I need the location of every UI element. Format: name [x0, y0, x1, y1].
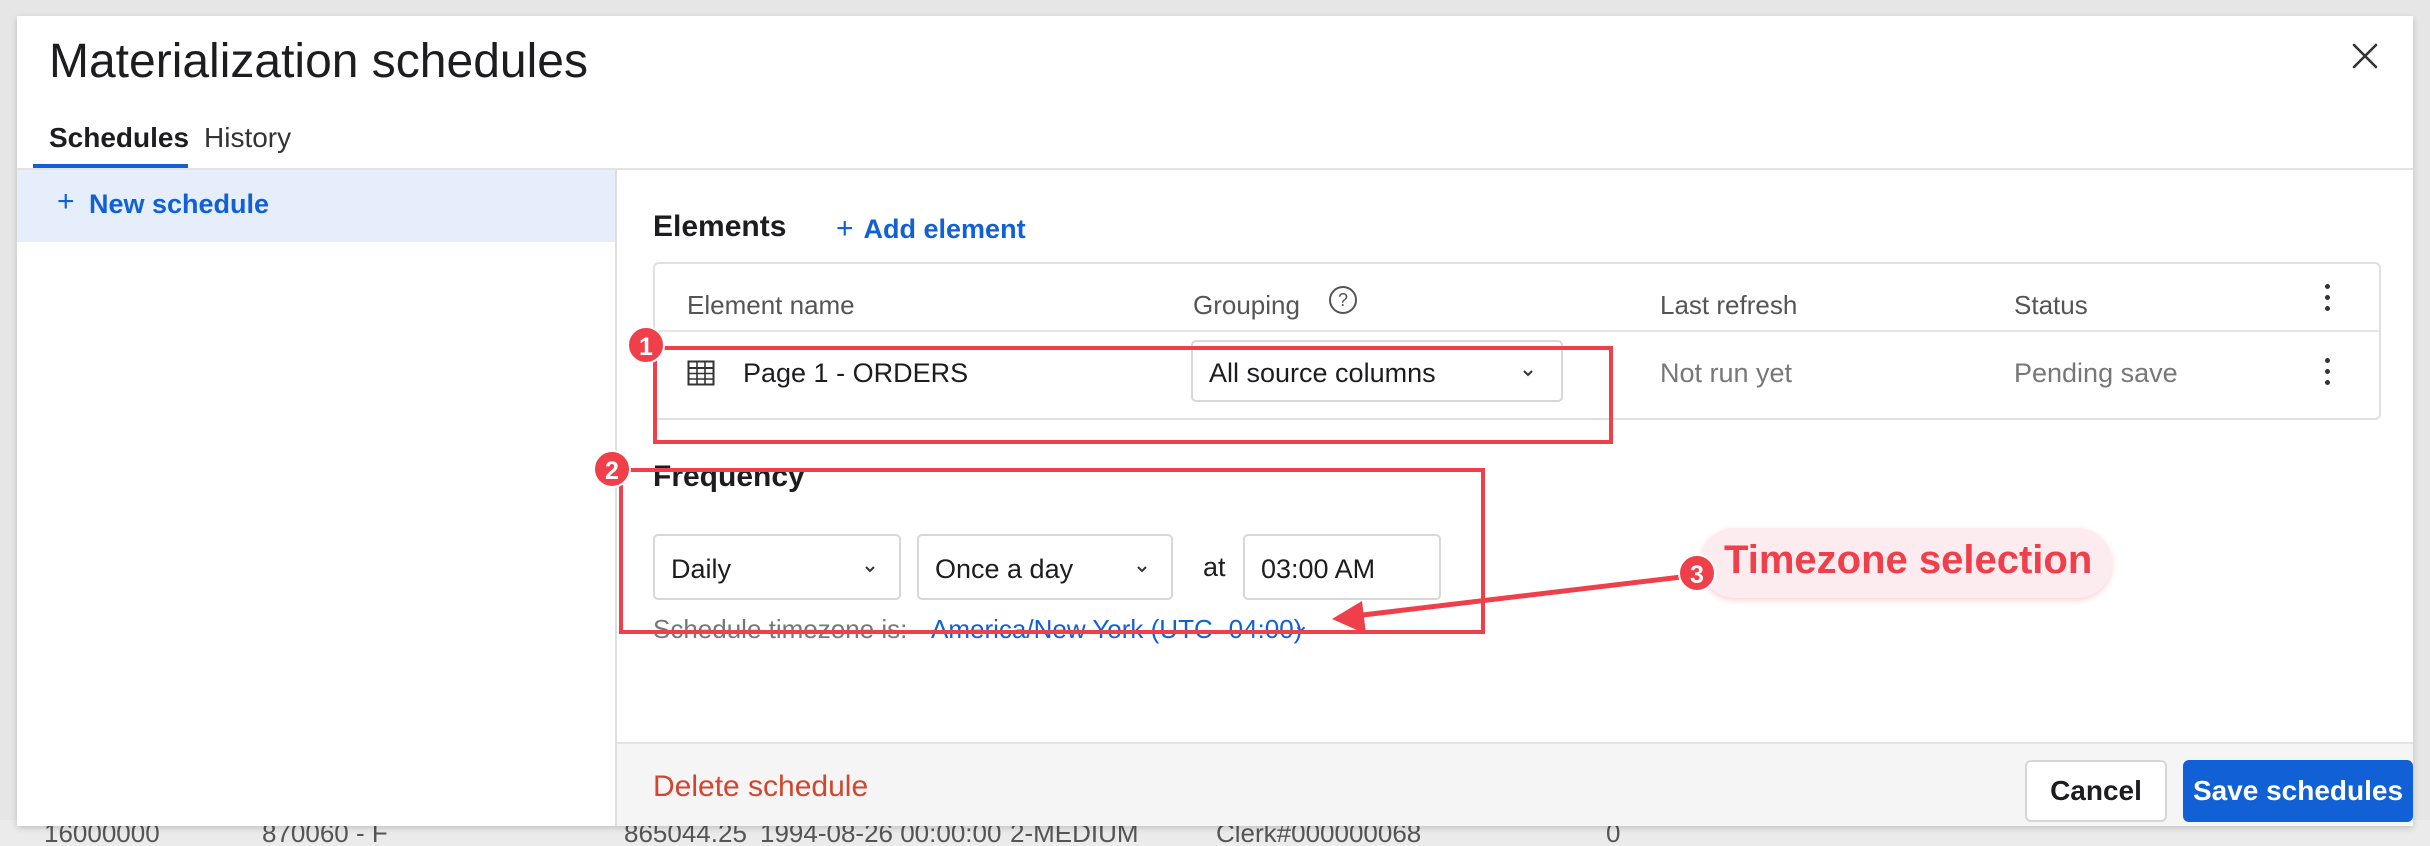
plus-icon: + — [836, 212, 854, 245]
schedule-list-panel: + New schedule — [17, 170, 617, 826]
last-refresh-value: Not run yet — [1660, 358, 1793, 388]
delete-schedule-link[interactable]: Delete schedule — [653, 770, 868, 804]
status-value: Pending save — [2014, 358, 2178, 388]
close-icon — [2352, 43, 2378, 69]
new-schedule-label: New schedule — [89, 189, 270, 219]
help-icon[interactable]: ? — [1329, 286, 1357, 314]
plus-icon: + — [57, 185, 75, 218]
dialog-footer: Delete schedule Cancel Save schedules — [617, 742, 2413, 826]
annotation-callout-label: Timezone selection — [1724, 538, 2093, 582]
column-header-grouping: Grouping — [1193, 290, 1300, 320]
column-header-status: Status — [2014, 290, 2088, 320]
tab-history[interactable]: History — [204, 122, 291, 154]
row-divider — [655, 330, 2379, 332]
schedule-editor-panel: Elements + Add element Element name Group… — [593, 170, 2413, 826]
cancel-button[interactable]: Cancel — [2025, 760, 2167, 822]
column-header-element-name: Element name — [687, 290, 855, 320]
add-element-label: Add element — [863, 214, 1026, 244]
save-schedules-button[interactable]: Save schedules — [2183, 760, 2413, 822]
annotation-badge-3: 3 — [1678, 554, 1716, 592]
tab-schedules[interactable]: Schedules — [49, 122, 189, 154]
annotation-badge-2: 2 — [593, 450, 631, 488]
dialog-title: Materialization schedules — [49, 35, 588, 88]
new-schedule-button[interactable]: + New schedule — [17, 170, 615, 242]
elements-title: Elements — [653, 210, 787, 243]
annotation-box-2 — [619, 468, 1485, 634]
annotation-badge-1: 1 — [627, 326, 665, 364]
close-button[interactable] — [2335, 26, 2395, 86]
annotation-box-1 — [653, 346, 1613, 444]
row-more-icon[interactable] — [2315, 354, 2339, 390]
column-header-last-refresh: Last refresh — [1660, 290, 1798, 320]
materialization-dialog: Materialization schedules Schedules Hist… — [17, 16, 2413, 826]
add-element-button[interactable]: + Add element — [836, 212, 1026, 246]
header-more-icon[interactable] — [2315, 280, 2339, 316]
